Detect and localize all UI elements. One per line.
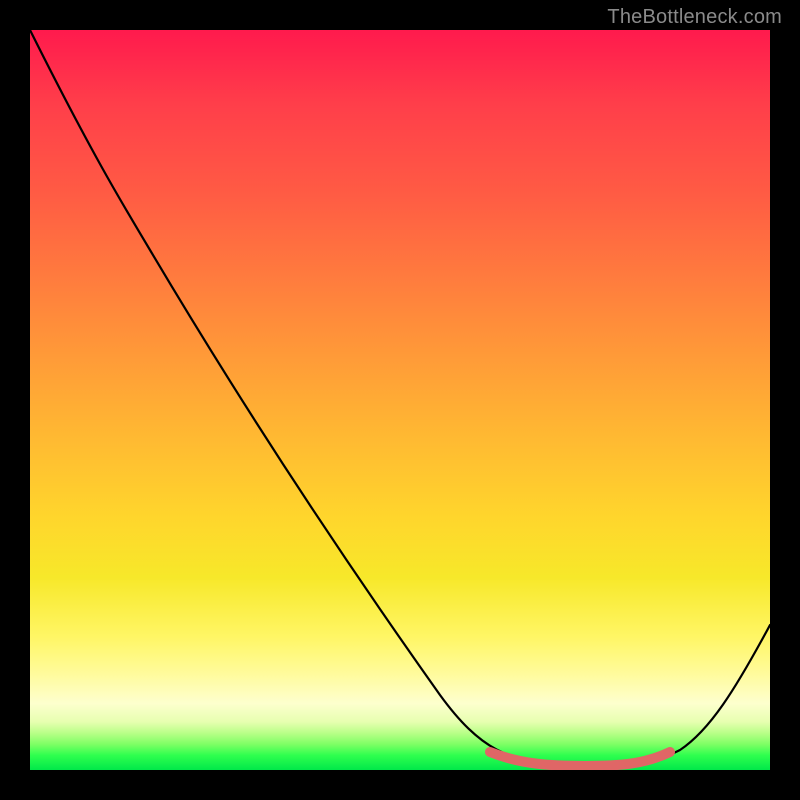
optimal-range-highlight: [490, 752, 670, 766]
bottleneck-curve: [30, 30, 770, 765]
plot-area: [30, 30, 770, 770]
chart-wrapper: TheBottleneck.com: [0, 0, 800, 800]
curve-svg: [30, 30, 770, 770]
attribution-text: TheBottleneck.com: [607, 6, 782, 29]
